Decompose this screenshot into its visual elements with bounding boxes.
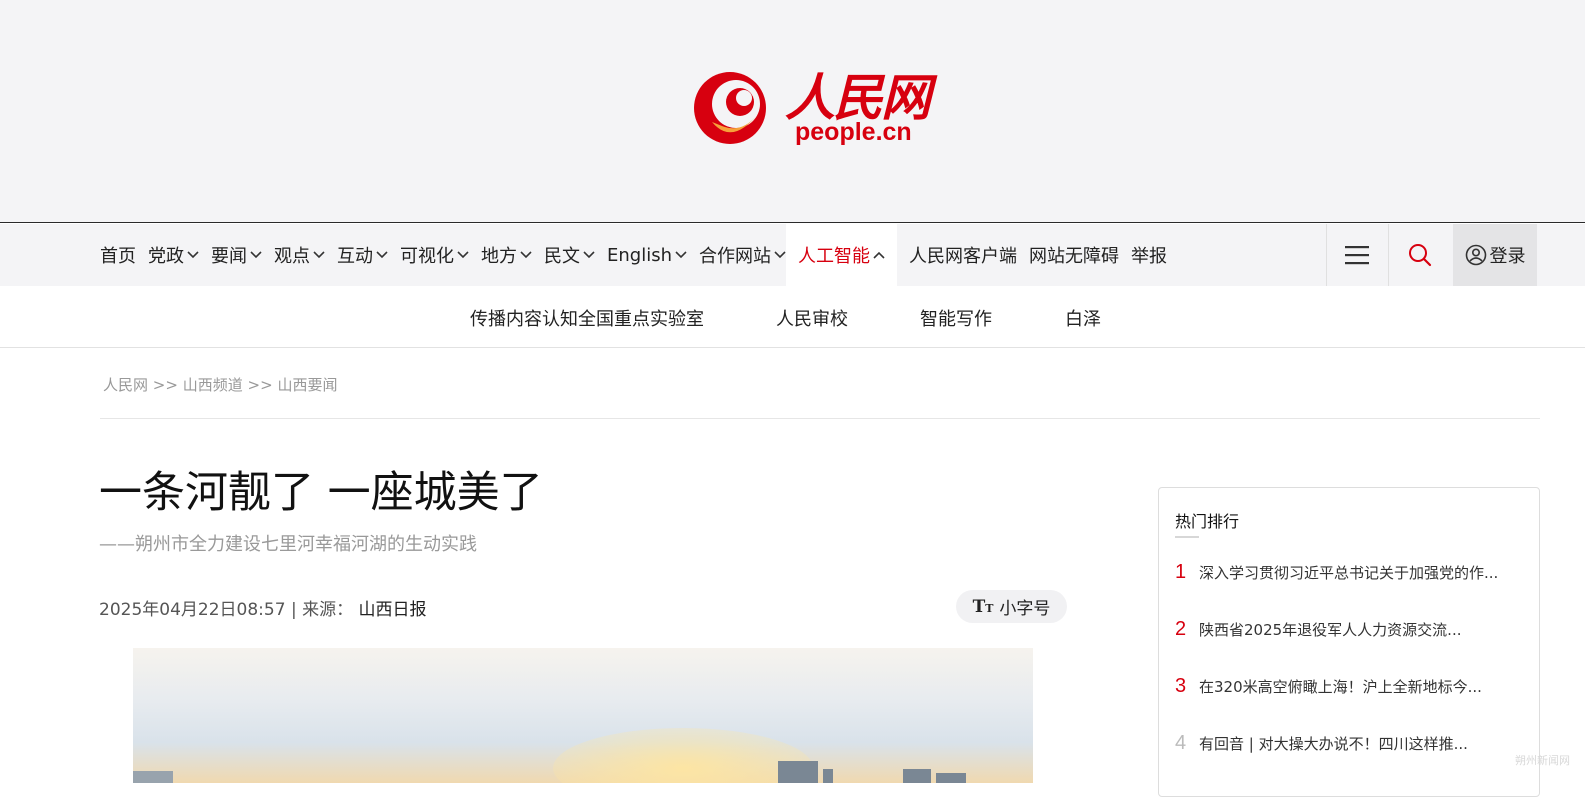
nav-item[interactable]: 互动	[337, 224, 388, 286]
nav-item[interactable]: 党政	[148, 224, 199, 286]
nav-link[interactable]: 人民网客户端	[909, 224, 1017, 286]
nav-item-label: 合作网站	[699, 246, 771, 267]
login-label: 登录	[1489, 246, 1526, 267]
photo-building	[778, 761, 818, 783]
font-size-toggle[interactable]: TT 小字号	[956, 590, 1067, 623]
subnav-item-writing[interactable]: 智能写作	[920, 305, 992, 331]
hot-ranking-text: 在320米高空俯瞰上海！沪上全新地标今...	[1199, 678, 1482, 696]
sub-nav: 传播内容认知全国重点实验室 人民审校 智能写作 白泽	[0, 286, 1585, 348]
hamburger-icon	[1345, 246, 1369, 265]
hot-ranking-text: 深入学习贯彻习近平总书记关于加强党的作...	[1199, 564, 1499, 582]
hot-rank: 4	[1175, 732, 1187, 754]
chevron-down-icon	[774, 248, 786, 262]
breadcrumb-separator: >>	[152, 376, 178, 394]
article-photo	[133, 648, 1033, 783]
breadcrumb-divider	[100, 418, 1540, 419]
logo-emblem-icon	[694, 72, 766, 144]
hot-ranking-panel: 热门排行 1 深入学习贯彻习近平总书记关于加强党的作... 2 陕西省2025年…	[1158, 487, 1540, 797]
article-date: 2025年04月22日08:57	[99, 600, 286, 620]
main-nav: 首页 党政 要闻 观点 互动 可视化 地方 民文 English 合作网站 人工智能 人民网客户端 网站…	[0, 224, 1585, 286]
nav-item[interactable]: English	[607, 224, 687, 286]
nav-item[interactable]: 观点	[274, 224, 325, 286]
hot-ranking-item[interactable]: 4 有回音 | 对大操大办说不！四川这样推...	[1175, 732, 1468, 755]
article-subtitle: ——朔州市全力建设七里河幸福河湖的生动实践	[99, 534, 477, 555]
hot-ranking-underline	[1175, 536, 1199, 538]
hot-ranking-text: 有回音 | 对大操大办说不！四川这样推...	[1199, 735, 1468, 753]
login-button[interactable]: 登录	[1453, 224, 1537, 286]
photo-sunlight	[553, 728, 813, 783]
photo-building	[133, 771, 173, 783]
article-title: 一条河靓了 一座城美了	[99, 468, 543, 518]
chevron-down-icon	[250, 248, 262, 262]
nav-item-label: 可视化	[400, 246, 454, 267]
hot-ranking-text: 陕西省2025年退役军人人力资源交流...	[1199, 621, 1462, 639]
nav-item-label: 人工智能	[798, 246, 870, 267]
hot-ranking-item[interactable]: 2 陕西省2025年退役军人人力资源交流...	[1175, 618, 1461, 641]
hot-ranking-item[interactable]: 3 在320米高空俯瞰上海！沪上全新地标今...	[1175, 675, 1482, 698]
article-source[interactable]: 山西日报	[358, 600, 426, 620]
nav-items: 首页 党政 要闻 观点 互动 可视化 地方 民文 English 合作网站 人工智能 人民网客户端 网站…	[100, 224, 1179, 286]
breadcrumb-section[interactable]: 山西要闻	[277, 376, 337, 394]
subnav-item-lab[interactable]: 传播内容认知全国重点实验室	[470, 305, 704, 331]
hot-ranking-item[interactable]: 1 深入学习贯彻习近平总书记关于加强党的作...	[1175, 561, 1498, 584]
nav-item-label: English	[607, 244, 672, 266]
nav-item[interactable]: 可视化	[400, 224, 469, 286]
site-logo[interactable]: 人民网 people.cn	[694, 58, 945, 158]
nav-item-label: 观点	[274, 246, 310, 267]
chevron-down-icon	[583, 248, 595, 262]
article-source-label: | 来源：	[290, 600, 354, 620]
logo-text-en: people.cn	[795, 118, 912, 146]
nav-item-label: 地方	[481, 246, 517, 267]
chevron-down-icon	[675, 248, 687, 262]
hot-rank: 2	[1175, 618, 1187, 640]
photo-building	[936, 773, 966, 783]
nav-item[interactable]: 首页	[100, 224, 136, 286]
user-circle-icon	[1465, 244, 1486, 266]
hot-ranking-title: 热门排行	[1175, 512, 1240, 531]
chevron-up-icon	[873, 248, 885, 262]
nav-item[interactable]: 地方	[481, 224, 532, 286]
site-header: 人民网 people.cn	[0, 0, 1585, 223]
breadcrumb: 人民网 >> 山西频道 >> 山西要闻	[103, 374, 337, 395]
hot-rank: 1	[1175, 561, 1187, 583]
nav-link[interactable]: 举报	[1131, 224, 1167, 286]
nav-item[interactable]: 要闻	[211, 224, 262, 286]
menu-button[interactable]	[1327, 224, 1387, 286]
subnav-item-baize[interactable]: 白泽	[1065, 305, 1101, 331]
breadcrumb-channel[interactable]: 山西频道	[183, 376, 243, 394]
chevron-down-icon	[457, 248, 469, 262]
font-size-label: 小字号	[999, 599, 1051, 619]
font-size-icon: TT	[972, 596, 994, 617]
nav-item[interactable]: 民文	[544, 224, 595, 286]
nav-item-label: 民文	[544, 246, 580, 267]
nav-item-label: 要闻	[211, 246, 247, 267]
breadcrumb-home[interactable]: 人民网	[103, 376, 148, 394]
watermark: 朔州新闻网	[1515, 754, 1570, 767]
nav-link[interactable]: 网站无障碍	[1029, 224, 1119, 286]
nav-item[interactable]: 合作网站	[699, 224, 786, 286]
search-button[interactable]	[1389, 224, 1451, 286]
chevron-down-icon	[376, 248, 388, 262]
chevron-down-icon	[313, 248, 325, 262]
nav-item-label: 首页	[100, 246, 136, 267]
chevron-down-icon	[187, 248, 199, 262]
photo-building	[903, 769, 931, 783]
photo-building	[823, 769, 833, 783]
nav-item[interactable]: 人工智能	[786, 224, 897, 286]
breadcrumb-separator: >>	[247, 376, 273, 394]
hot-rank: 3	[1175, 675, 1187, 697]
chevron-down-icon	[520, 248, 532, 262]
nav-item-label: 党政	[148, 246, 184, 267]
article-meta: 2025年04月22日08:57 | 来源： 山西日报	[99, 595, 426, 620]
subnav-item-proofread[interactable]: 人民审校	[776, 305, 848, 331]
nav-item-label: 互动	[337, 246, 373, 267]
search-icon	[1409, 244, 1432, 267]
